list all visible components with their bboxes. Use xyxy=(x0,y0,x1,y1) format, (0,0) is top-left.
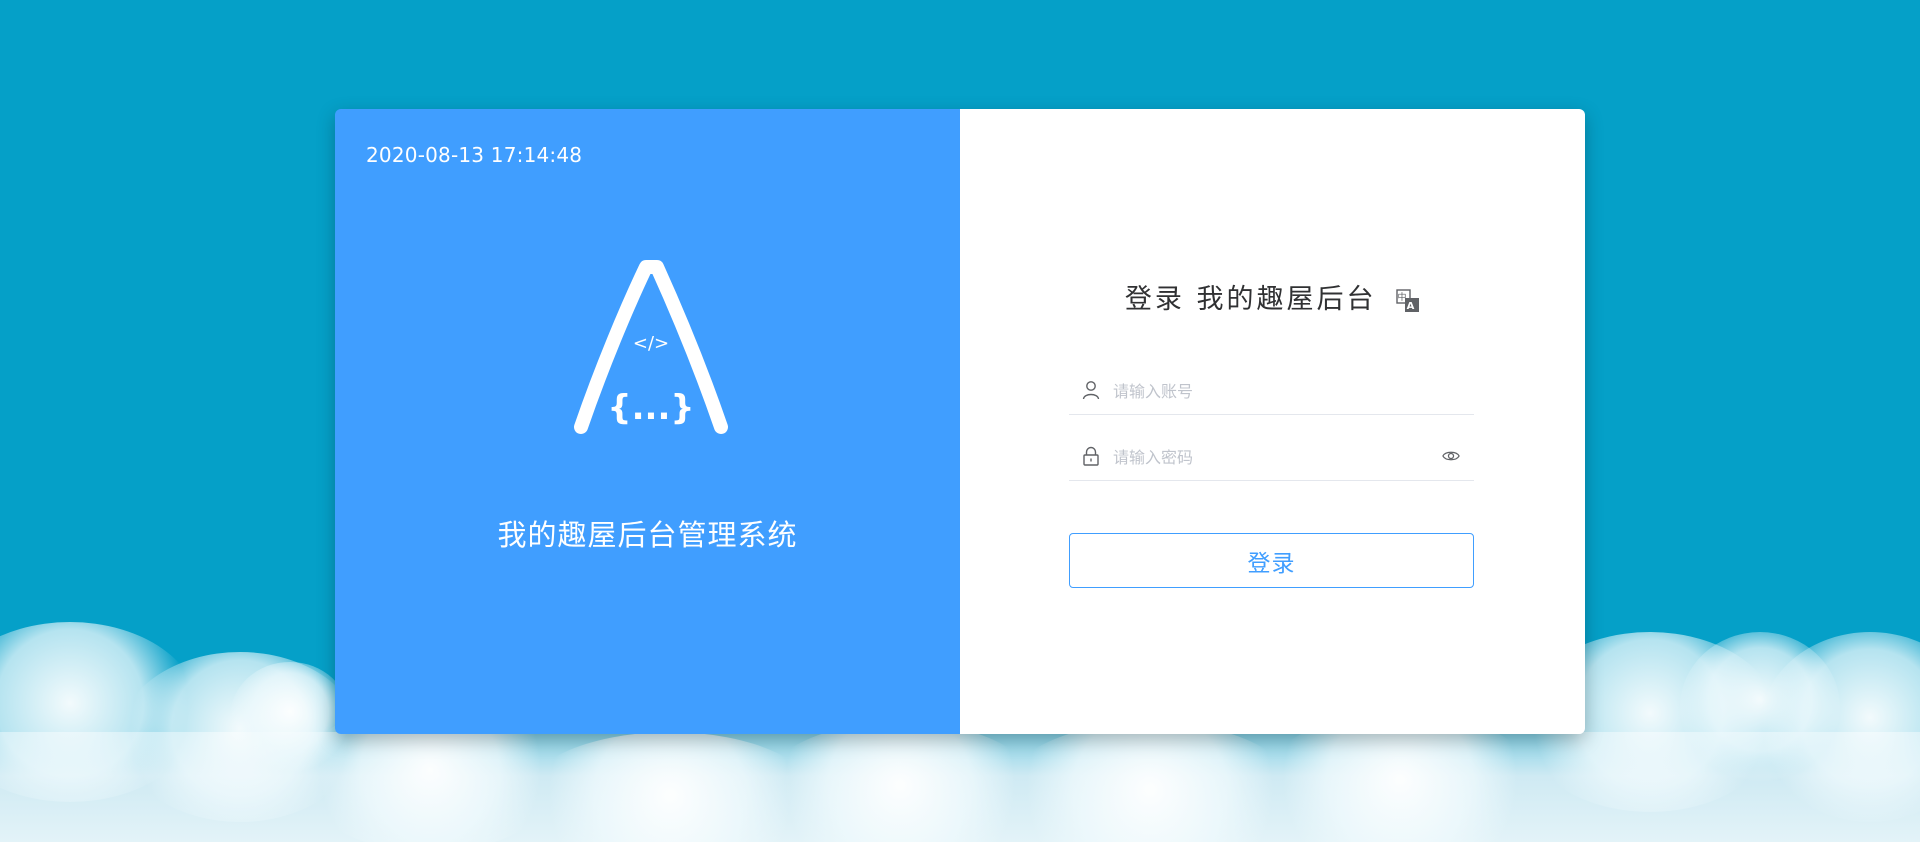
password-field xyxy=(1069,433,1474,481)
login-panel: 登录 我的趣屋后台 中 A 请输入账号 登录 xyxy=(960,109,1585,734)
lock-icon xyxy=(1083,446,1099,466)
login-card: 2020-08-13 17:14:48 </> {...} 我的趣屋后台管理系统… xyxy=(335,109,1585,734)
username-field xyxy=(1069,367,1474,415)
brand-panel: 2020-08-13 17:14:48 </> {...} 我的趣屋后台管理系统 xyxy=(335,109,960,734)
logo-code-top: </> xyxy=(633,333,669,354)
app-logo: </> {...} xyxy=(574,260,728,434)
password-input[interactable] xyxy=(1111,443,1445,471)
login-title-text: 登录 我的趣屋后台 xyxy=(1124,284,1377,315)
login-button[interactable]: 登录 xyxy=(1069,533,1474,588)
current-datetime: 2020-08-13 17:14:48 xyxy=(366,143,583,167)
user-icon xyxy=(1082,381,1100,400)
language-switch-icon[interactable]: 中 A xyxy=(1396,288,1420,313)
system-name: 我的趣屋后台管理系统 xyxy=(497,518,798,552)
svg-text:A: A xyxy=(1407,301,1418,312)
eye-icon[interactable] xyxy=(1442,447,1460,465)
logo-code-bottom: {...} xyxy=(607,388,694,428)
username-input[interactable] xyxy=(1111,377,1445,405)
login-title: 登录 我的趣屋后台 中 A xyxy=(960,277,1585,316)
